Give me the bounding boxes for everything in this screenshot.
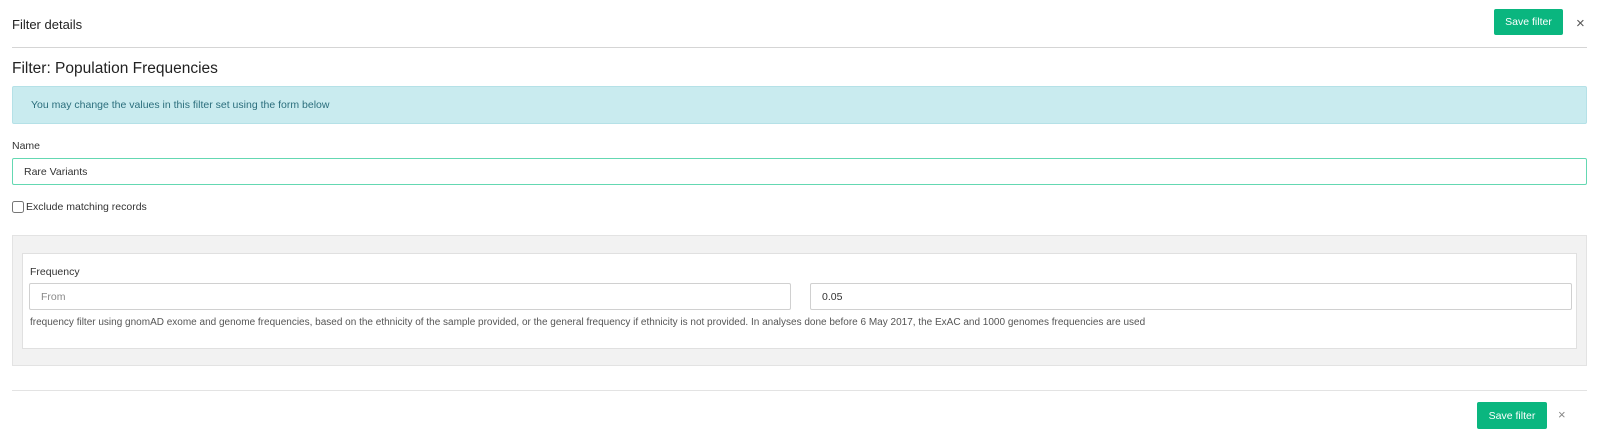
header-divider (12, 47, 1587, 48)
close-icon[interactable]: × (1576, 16, 1585, 31)
frequency-label: Frequency (30, 266, 80, 278)
frequency-help-text: frequency filter using gnomAD exome and … (30, 317, 1146, 328)
close-icon[interactable]: × (1558, 408, 1566, 421)
exclude-row: Exclude matching records (12, 201, 147, 213)
exclude-matching-checkbox[interactable] (12, 201, 24, 213)
info-alert: You may change the values in this filter… (12, 86, 1587, 124)
name-label: Name (12, 140, 41, 152)
modal-header: Filter details Save filter × (0, 0, 1600, 48)
save-filter-button-bottom[interactable]: Save filter (1477, 402, 1547, 429)
frequency-panel: Frequency frequency filter using gnomAD … (22, 253, 1577, 349)
filter-heading: Filter: Population Frequencies (12, 60, 218, 77)
info-alert-text: You may change the values in this filter… (31, 99, 330, 111)
name-input[interactable] (12, 158, 1587, 185)
save-filter-button-top[interactable]: Save filter (1494, 9, 1563, 35)
frequency-to-input[interactable] (810, 283, 1572, 310)
frequency-from-input[interactable] (29, 283, 791, 310)
modal-title: Filter details (12, 17, 83, 32)
exclude-matching-label[interactable]: Exclude matching records (26, 201, 147, 213)
filter-criteria-panel: Frequency frequency filter using gnomAD … (12, 235, 1587, 366)
footer-divider (12, 390, 1587, 391)
